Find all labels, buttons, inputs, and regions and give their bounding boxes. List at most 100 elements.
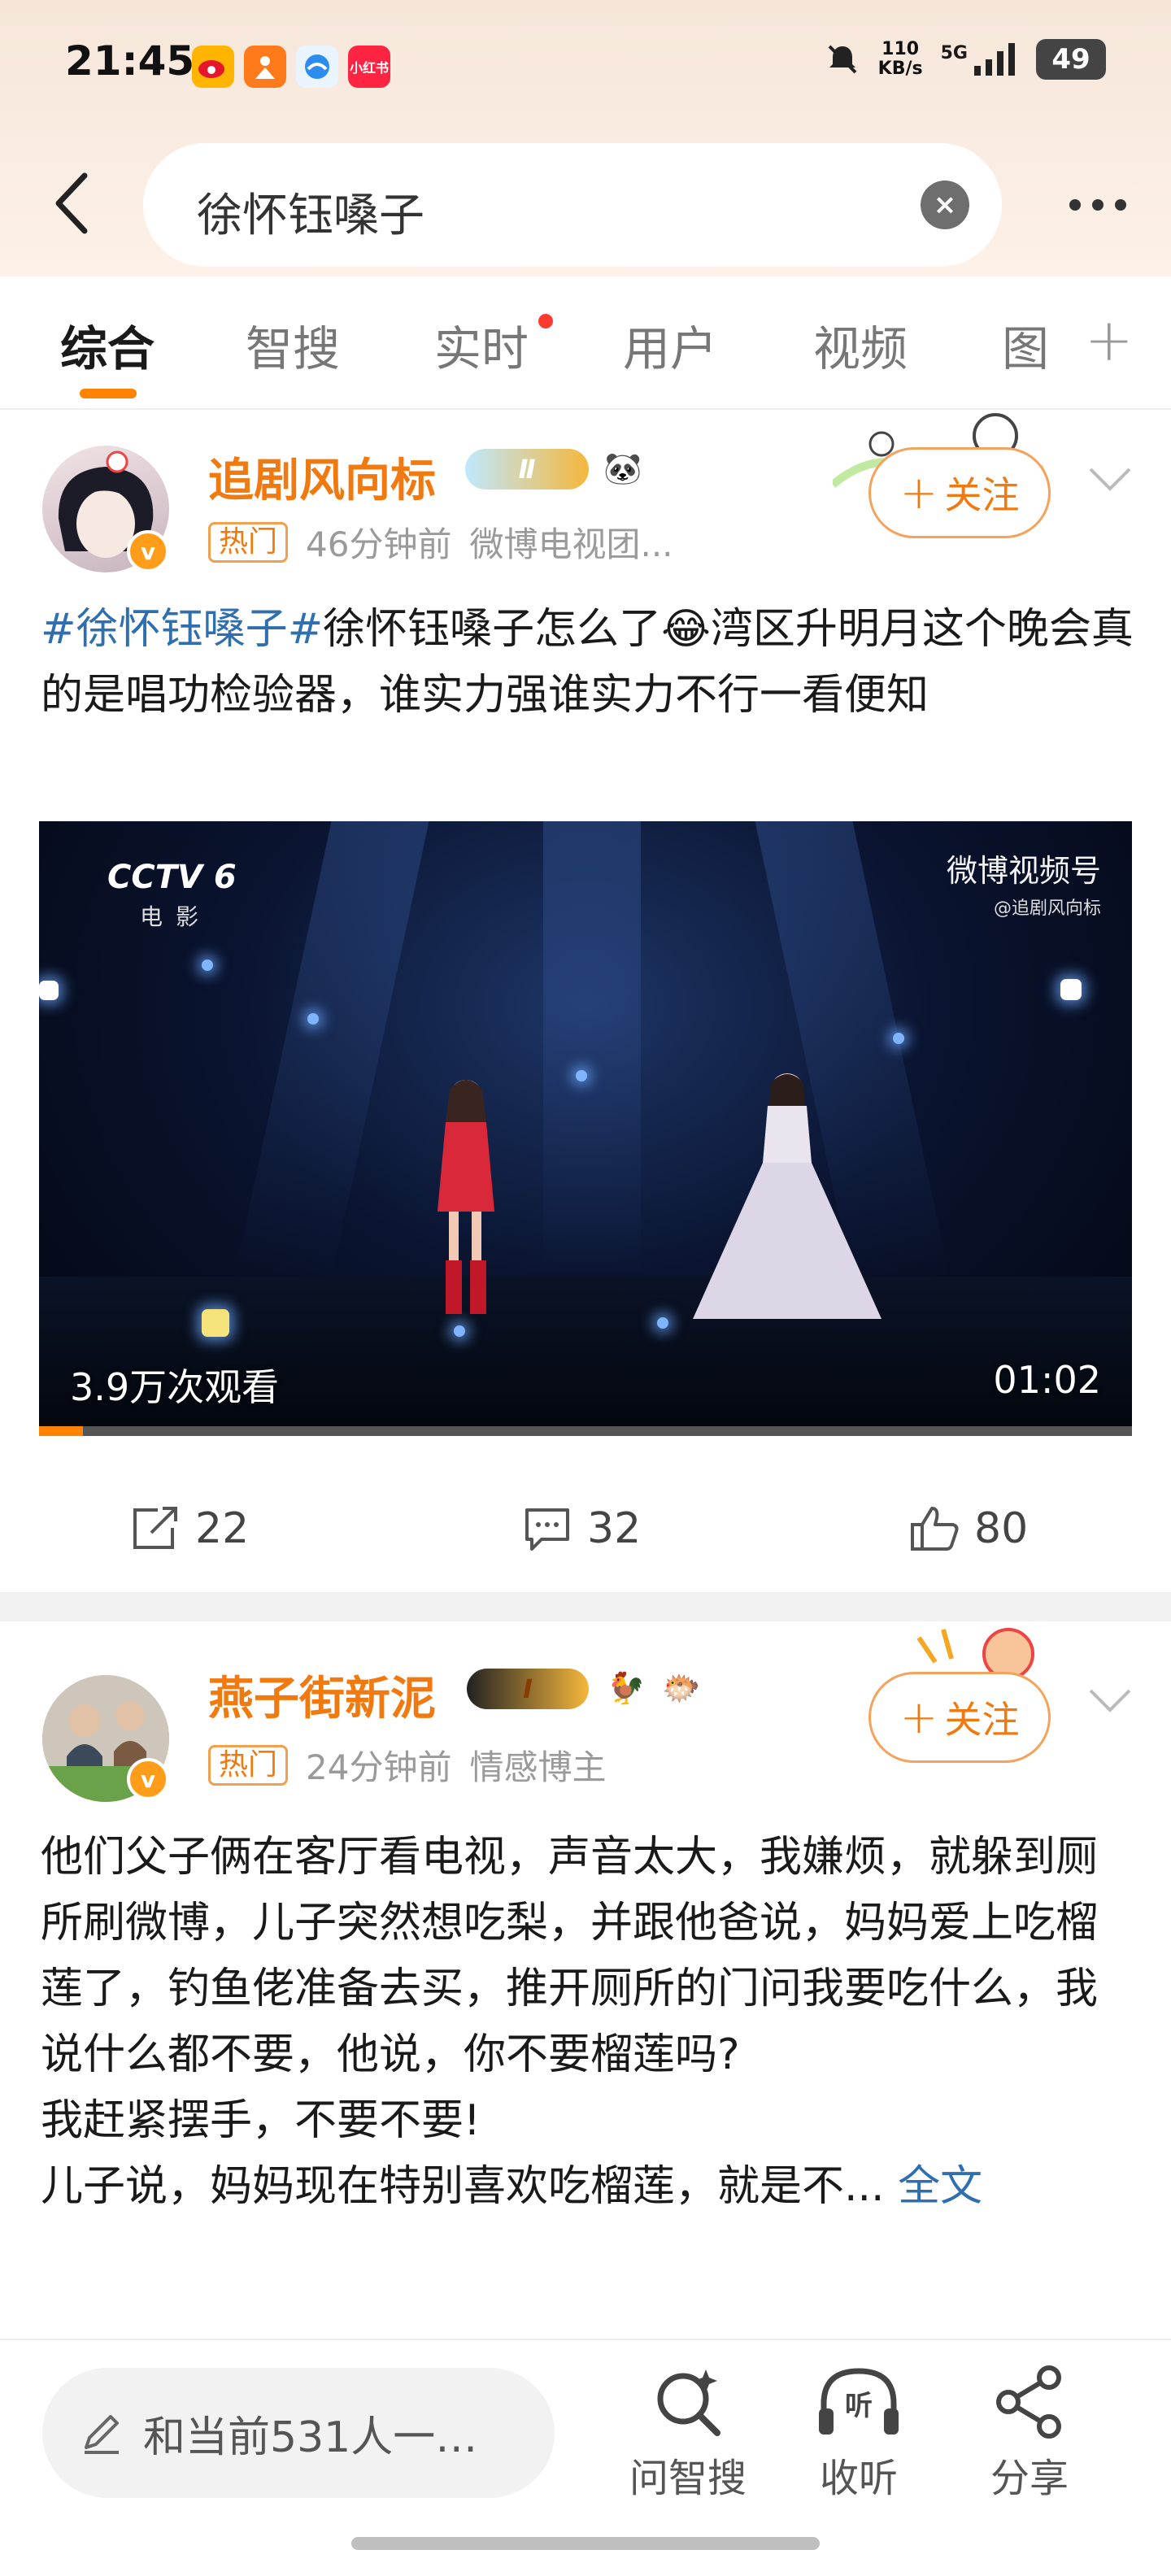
follow-label: 关注 — [944, 1698, 1020, 1742]
video-progress-bar[interactable] — [39, 1426, 1132, 1436]
network-speed-value: 110 — [882, 39, 920, 59]
follow-button[interactable]: + 关注 — [868, 447, 1051, 538]
channel-logo: CCTV 6 — [107, 859, 237, 896]
repost-button[interactable]: 22 — [130, 1504, 249, 1553]
tab-users[interactable]: 用户 — [623, 311, 717, 379]
smart-search-icon — [657, 2369, 720, 2436]
stage-light — [576, 1070, 587, 1081]
hot-tag: 热门 — [208, 521, 289, 563]
listen-button[interactable]: 听 收听 — [777, 2363, 940, 2526]
video-progress-fill — [39, 1426, 83, 1436]
verified-badge-icon: v — [127, 530, 169, 572]
search-nav-row: 徐怀钰嗓子 × — [0, 140, 1171, 267]
search-query: 徐怀钰嗓子 — [197, 189, 424, 242]
ask-smart-search-label: 问智搜 — [629, 2456, 747, 2501]
panda-icon: 🐼 — [599, 444, 647, 493]
share-button[interactable]: 分享 — [948, 2363, 1111, 2526]
post-paragraph-truncated: 儿子说，妈妈现在特别喜欢吃榴莲，就是不... 全文 — [41, 2154, 1138, 2220]
comment-button[interactable]: 32 — [522, 1504, 641, 1553]
stage-light — [39, 981, 59, 1000]
status-bar: 21:45 小红书 110 KB/s 5G 49 — [0, 0, 1171, 130]
post-time: 46分钟前 — [306, 524, 452, 564]
video-duration: 01:02 — [993, 1358, 1101, 1402]
video-watermark: 微博视频号 @追剧风向标 — [947, 846, 1101, 920]
read-full-text-link[interactable]: 全文 — [898, 2162, 982, 2211]
watermark-title: 微博视频号 — [946, 853, 1101, 889]
post-meta: 热门 46分钟前 微博电视团... — [208, 517, 673, 567]
join-discussion-input[interactable]: 和当前531人一… — [42, 2368, 555, 2498]
tab-videos[interactable]: 视频 — [813, 311, 908, 379]
listen-label: 收听 — [819, 2456, 898, 2501]
notification-icons: 小红书 — [192, 46, 390, 88]
back-arrow-icon — [55, 172, 88, 234]
feed-post[interactable]: v 燕子街新泥 I 🐓 🐡 热门 24分钟前 情感博主 + 关注 他们父子俩在客… — [0, 1621, 1171, 2337]
post-actions: 22 32 80 — [0, 1472, 1171, 1594]
rooster-icon: 🐓 — [602, 1664, 651, 1712]
search-input[interactable]: 徐怀钰嗓子 × — [143, 143, 1002, 267]
tab-images[interactable]: 图 — [1002, 311, 1049, 379]
network-type: 5G — [940, 43, 968, 63]
singer-white-gown — [693, 1073, 882, 1319]
post-time: 24分钟前 — [306, 1747, 452, 1787]
close-icon: × — [933, 189, 957, 221]
stage-light-beam — [234, 821, 429, 1277]
chevron-down-icon — [1089, 468, 1131, 491]
post-menu-button[interactable] — [1082, 450, 1138, 507]
more-dot-icon — [1092, 199, 1104, 211]
status-time: 21:45 — [65, 37, 195, 85]
stage-floor — [39, 1277, 1132, 1436]
active-tab-indicator — [80, 389, 137, 398]
signal-indicator: 5G — [941, 43, 1018, 76]
tab-comprehensive[interactable]: 综合 — [60, 311, 155, 379]
channel-subtitle: 电影 — [140, 903, 212, 930]
join-discussion-text: 和当前531人一… — [143, 2413, 478, 2462]
member-level-badge: I — [467, 1669, 589, 1709]
more-dot-icon — [1115, 199, 1126, 211]
post-separator — [0, 1592, 1171, 1621]
add-tab-button[interactable]: + — [1085, 306, 1134, 374]
home-indicator[interactable] — [351, 2537, 820, 2550]
comment-icon — [525, 1508, 569, 1551]
taobao-app-icon — [244, 46, 286, 88]
network-speed: 110 KB/s — [878, 40, 923, 79]
realtime-notification-dot — [538, 314, 553, 329]
post-menu-button[interactable] — [1082, 1672, 1138, 1729]
top-header: 21:45 小红书 110 KB/s 5G 49 徐怀钰嗓子 × — [0, 0, 1171, 276]
clear-search-button[interactable]: × — [921, 181, 969, 229]
stage-light — [454, 1325, 465, 1337]
back-button[interactable] — [46, 171, 98, 236]
video-player[interactable]: CCTV 6 电影 微博视频号 @追剧风向标 3.9万次观看 01:02 — [39, 821, 1132, 1436]
chevron-down-icon — [1089, 1689, 1131, 1712]
post-content: #徐怀钰嗓子#徐怀钰嗓子怎么了😂湾区升明月这个晚会真的是唱功检验器，谁实力强谁实… — [41, 597, 1138, 729]
xiaohongshu-app-icon: 小红书 — [348, 46, 390, 88]
status-indicators: 110 KB/s 5G 49 — [825, 39, 1106, 80]
svg-text:听: 听 — [845, 2390, 873, 2422]
more-options-button[interactable] — [1057, 172, 1138, 237]
more-dot-icon — [1069, 199, 1081, 211]
ask-smart-search-button[interactable]: 问智搜 — [607, 2363, 769, 2526]
post-paragraph: 我赶紧摆手，不要不要! — [41, 2096, 481, 2145]
post-author-name[interactable]: 追剧风向标 — [208, 444, 436, 510]
fish-icon: 🐡 — [657, 1664, 706, 1712]
mute-bell-icon — [828, 45, 857, 74]
member-level-value: I — [523, 1673, 533, 1704]
follow-label: 关注 — [944, 473, 1020, 517]
post-source: 情感博主 — [469, 1747, 607, 1787]
tab-realtime[interactable]: 实时 — [434, 311, 529, 379]
post-meta: 热门 24分钟前 情感博主 — [208, 1740, 606, 1790]
follow-button[interactable]: + 关注 — [868, 1672, 1051, 1763]
tab-smart-search[interactable]: 智搜 — [246, 311, 340, 379]
feed-post[interactable]: v 追剧风向标 Ⅱ 🐼 热门 46分钟前 微博电视团... + 关注 #徐怀钰嗓… — [0, 411, 1171, 1592]
stage-light — [202, 1309, 229, 1337]
headphones-icon: 听 — [819, 2368, 899, 2435]
post-paragraph-text: 儿子说，妈妈现在特别喜欢吃榴莲，就是不... — [41, 2162, 885, 2211]
repost-icon — [133, 1507, 177, 1549]
hashtag-link[interactable]: #徐怀钰嗓子# — [41, 605, 323, 654]
verified-badge-icon: v — [127, 1758, 169, 1800]
video-view-count: 3.9万次观看 — [70, 1365, 280, 1409]
like-button[interactable]: 80 — [909, 1504, 1028, 1553]
like-count: 80 — [974, 1504, 1029, 1553]
search-result-tabs: 综合 智搜 实时 用户 视频 图 + — [0, 276, 1171, 410]
hot-tag: 热门 — [208, 1744, 289, 1786]
post-author-name[interactable]: 燕子街新泥 — [208, 1662, 436, 1728]
